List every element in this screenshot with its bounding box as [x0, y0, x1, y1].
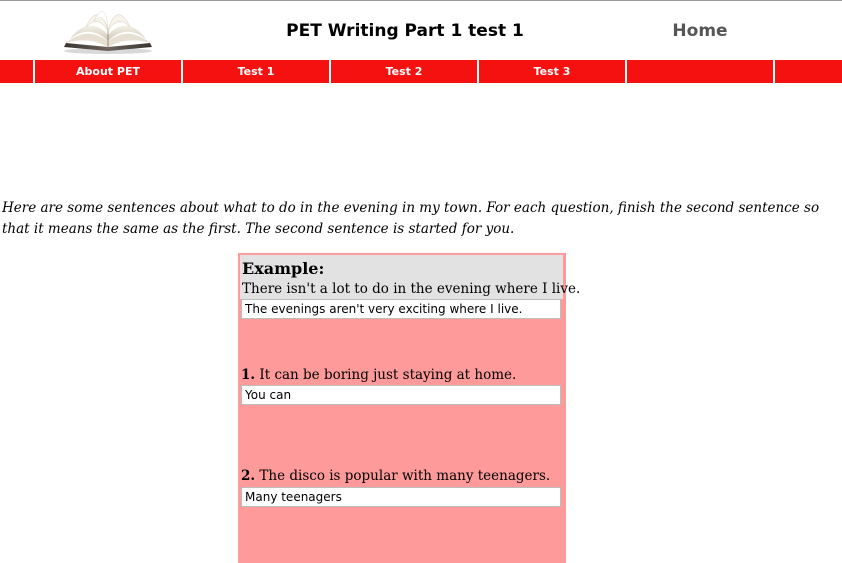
example-answer-field[interactable] — [241, 299, 561, 319]
question-1: 1. It can be boring just staying at home… — [241, 367, 516, 383]
nav-bar: About PET Test 1 Test 2 Test 3 — [0, 60, 842, 83]
example-heading: Example: — [242, 259, 325, 278]
open-book-icon — [64, 11, 152, 54]
instructions-text: Here are some sentences about what to do… — [2, 200, 820, 237]
question-1-text: It can be boring just staying at home. — [259, 367, 517, 383]
nav-item-test-2[interactable]: Test 2 — [331, 60, 477, 83]
nav-item-blank-right[interactable] — [775, 60, 842, 83]
nav-item-blank[interactable] — [627, 60, 773, 83]
question-2-answer-field[interactable] — [241, 487, 561, 507]
question-2-text: The disco is popular with many teenagers… — [259, 468, 551, 484]
example-sentence: There isn't a lot to do in the evening w… — [242, 281, 581, 297]
question-1-number: 1. — [241, 367, 256, 383]
exercise-panel: Example: There isn't a lot to do in the … — [238, 253, 580, 563]
nav-item-test-3[interactable]: Test 3 — [479, 60, 625, 83]
home-link[interactable]: Home — [660, 21, 740, 41]
site-title: PET Writing Part 1 test 1 — [286, 21, 524, 41]
question-2: 2. The disco is popular with many teenag… — [241, 468, 550, 484]
nav-item-blank-left[interactable] — [0, 60, 33, 83]
question-1-answer-field[interactable] — [241, 385, 561, 405]
nav-item-about-pet[interactable]: About PET — [35, 60, 181, 83]
question-2-number: 2. — [241, 468, 256, 484]
page: PET Writing Part 1 test 1 Home About PET… — [0, 0, 842, 563]
header: PET Writing Part 1 test 1 Home — [0, 1, 842, 59]
nav-item-test-1[interactable]: Test 1 — [183, 60, 329, 83]
example-block: Example: There isn't a lot to do in the … — [240, 255, 580, 299]
